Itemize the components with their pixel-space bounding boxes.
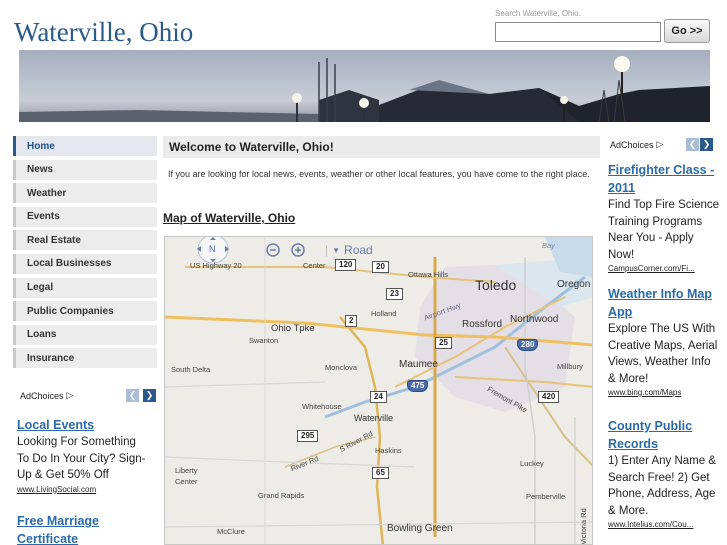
adchoices-label: AdChoices (610, 139, 654, 150)
map-road-label: US Highway 20 (190, 261, 242, 270)
map-city-label: Toledo (475, 277, 517, 293)
map-city-label: Haskins (375, 446, 402, 455)
route-shield: 24 (370, 391, 387, 403)
map-city-label: Swanton (249, 336, 279, 345)
left-ad-local-events: Local Events Looking For Something To Do… (17, 416, 147, 496)
interstate-shield: 475 (407, 380, 429, 392)
left-nav: Home News Weather Events Real Estate Loc… (13, 136, 157, 372)
adchoices-icon: ▷ (66, 390, 74, 400)
nav-item-events[interactable]: Events (13, 206, 157, 227)
ad-body: Find Top Fire Science Training Programs … (608, 199, 720, 261)
header-banner-photo (19, 50, 710, 122)
map-widget[interactable]: N | ▼ Road US Highway 20 Center Bay Otta… (164, 236, 593, 545)
nav-item-home[interactable]: Home (13, 136, 157, 156)
intro-text: If you are looking for local news, event… (168, 169, 590, 179)
nav-item-news[interactable]: News (13, 159, 157, 180)
right-ad-firefighter: Firefighter Class - 2011 Find Top Fire S… (608, 161, 720, 275)
map-city-label: Center (303, 261, 326, 270)
route-shield: 420 (538, 391, 560, 403)
adchoices-label: AdChoices (20, 390, 64, 401)
map-city-label: Maumee (399, 359, 438, 370)
interstate-shield: 280 (517, 339, 539, 351)
search-input[interactable] (495, 22, 661, 42)
map-city-label: Whitehouse (302, 402, 342, 411)
map-style-dropdown[interactable]: | ▼ Road (325, 243, 373, 257)
ad-body: 1) Enter Any Name & Search Free! 2) Get … (608, 455, 717, 517)
map-city-label: McClure (217, 527, 245, 536)
map-road-label: Victoria Rd (578, 508, 588, 545)
divider: | (325, 243, 329, 257)
right-ad-public-records: County Public Records 1) Enter Any Name … (608, 417, 720, 531)
zoom-out-icon[interactable] (265, 242, 281, 258)
route-shield: 23 (386, 288, 403, 300)
nav-item-local-businesses[interactable]: Local Businesses (13, 253, 157, 274)
nav-item-loans[interactable]: Loans (13, 324, 157, 345)
ad-prev-arrow-icon[interactable]: ❮ (126, 389, 139, 402)
map-city-label: Bowling Green (387, 523, 453, 534)
search-label: Search Waterville, Ohio. (495, 9, 581, 18)
map-heading[interactable]: Map of Waterville, Ohio (163, 211, 295, 225)
nav-item-real-estate[interactable]: Real Estate (13, 230, 157, 251)
left-ad-marriage-certificate: Free Marriage Certificate (17, 512, 147, 545)
route-shield: 2 (345, 315, 358, 327)
ad-url[interactable]: www.Intelius.com/Cou... (608, 519, 720, 531)
right-ad-weather-map: Weather Info Map App Explore The US With… (608, 285, 720, 399)
ad-title[interactable]: Weather Info Map App (608, 285, 720, 321)
ad-title[interactable]: County Public Records (608, 417, 720, 453)
route-shield: 25 (435, 337, 452, 349)
dropdown-arrow-icon: ▼ (332, 245, 341, 255)
ad-title[interactable]: Local Events (17, 416, 147, 434)
map-city-label: Luckey (520, 459, 544, 468)
nav-item-public-companies[interactable]: Public Companies (13, 301, 157, 322)
map-city-label: Holland (371, 309, 397, 318)
map-road-label: Ohio Tpke (271, 323, 315, 334)
ad-url[interactable]: www.bing.com/Maps (608, 387, 720, 399)
ad-title[interactable]: Firefighter Class - 2011 (608, 161, 720, 197)
site-title[interactable]: Waterville, Ohio (14, 17, 193, 48)
adchoices-right[interactable]: AdChoices ▷ (610, 139, 663, 150)
map-water-label: Bay (542, 241, 555, 250)
map-style-label: Road (344, 243, 373, 257)
ad-title[interactable]: Free Marriage Certificate (17, 512, 147, 545)
map-city-label: Ottawa Hills (408, 270, 449, 279)
svg-text:N: N (209, 244, 216, 254)
ad-body: Explore The US With Creative Maps, Aeria… (608, 323, 718, 385)
map-city-label: Monclova (325, 363, 358, 372)
map-city-label: South Delta (171, 365, 211, 374)
map-city-label: Oregon (557, 279, 591, 290)
route-shield: 20 (372, 261, 389, 273)
route-shield: 120 (335, 259, 357, 271)
map-city-label: Rossford (462, 319, 503, 330)
route-shield: 295 (297, 430, 319, 442)
map-city-label: Liberty Center (175, 466, 198, 486)
nav-item-weather[interactable]: Weather (13, 183, 157, 204)
page: Waterville, Ohio Search Waterville, Ohio… (0, 0, 727, 545)
ad-prev-arrow-icon[interactable]: ❮ (686, 138, 699, 151)
go-button[interactable]: Go >> (664, 19, 710, 43)
map-city-label: Grand Rapids (258, 491, 305, 500)
welcome-heading: Welcome to Waterville, Ohio! (163, 136, 600, 158)
map-city-label: Waterville (354, 413, 394, 423)
adchoices-left[interactable]: AdChoices ▷ (20, 390, 73, 401)
map-city-label: Millbury (557, 362, 583, 371)
ad-url[interactable]: www.LivingSocial.com (17, 484, 147, 496)
map-city-label: Northwood (510, 314, 559, 325)
route-shield: 65 (372, 467, 389, 479)
ad-next-arrow-icon[interactable]: ❯ (143, 389, 156, 402)
ad-body: Looking For Something To Do In Your City… (17, 436, 146, 481)
ad-url[interactable]: CampusCorner.com/Fi... (608, 263, 720, 275)
nav-item-legal[interactable]: Legal (13, 277, 157, 298)
zoom-in-icon[interactable] (290, 242, 306, 258)
nav-item-insurance[interactable]: Insurance (13, 348, 157, 369)
ad-next-arrow-icon[interactable]: ❯ (700, 138, 713, 151)
map-city-label: Pemberville (526, 492, 566, 501)
adchoices-icon: ▷ (656, 139, 664, 149)
banner-illustration (19, 56, 710, 122)
